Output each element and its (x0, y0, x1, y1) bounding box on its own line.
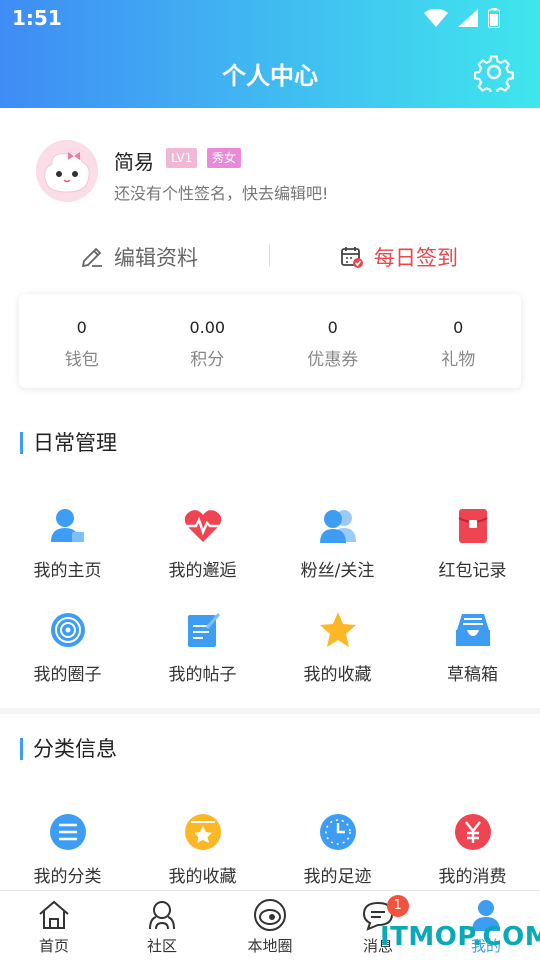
tab-local-circle[interactable]: 本地圈 (216, 891, 324, 960)
action-divider (269, 244, 270, 266)
tab-home[interactable]: 首页 (0, 891, 108, 960)
grid-label: 我的主页 (33, 561, 102, 581)
stat-wallet[interactable]: 0 钱包 (19, 294, 145, 388)
stat-label: 积分 (190, 350, 225, 370)
battery-icon (488, 8, 500, 28)
stat-gifts[interactable]: 0 礼物 (396, 294, 522, 388)
clock-icon (319, 814, 356, 850)
stat-coupons[interactable]: 0 优惠券 (270, 294, 396, 388)
status-bar: 1:51 (0, 0, 540, 36)
daily-grid: 我的主页 我的邂逅 粉丝/关注 红包记录 我的圈子 我的帖子 我的收藏 草稿箱 (0, 506, 540, 714)
grid-item-my-homepage[interactable]: 我的主页 (0, 506, 135, 610)
stat-value: 0 (76, 318, 87, 337)
list-icon (49, 814, 86, 850)
status-time: 1:51 (12, 6, 62, 30)
app-header: 1:51 个人中心 (0, 0, 540, 108)
grid-item-encounters[interactable]: 我的邂逅 (135, 506, 270, 610)
local-circle-icon (254, 899, 286, 931)
daily-section-title: 日常管理 (20, 432, 117, 454)
stats-card: 0 钱包 0.00 积分 0 优惠券 0 礼物 (19, 294, 521, 388)
stat-value: 0 (327, 318, 338, 337)
grid-label: 我的帖子 (168, 665, 237, 685)
stat-value: 0.00 (189, 318, 226, 337)
daily-signin-label: 每日签到 (374, 246, 458, 270)
pencil-icon (81, 247, 102, 268)
grid-item-my-favorites[interactable]: 我的收藏 (270, 610, 405, 714)
tab-label: 首页 (38, 937, 69, 955)
user-home-icon (50, 509, 84, 542)
grid-label: 我的圈子 (33, 665, 102, 685)
home-icon (39, 900, 69, 929)
avatar-image (36, 140, 98, 202)
grid-label: 我的邂逅 (168, 561, 237, 581)
post-edit-icon (187, 613, 220, 647)
stat-value: 0 (453, 318, 464, 337)
daily-signin-button[interactable]: 每日签到 (340, 242, 458, 272)
grid-label: 粉丝/关注 (300, 561, 375, 581)
page-title: 个人中心 (222, 62, 318, 90)
grid-item-my-posts[interactable]: 我的帖子 (135, 610, 270, 714)
yuan-icon (454, 814, 491, 850)
edit-profile-button[interactable]: 编辑资料 (80, 242, 198, 272)
tab-community[interactable]: 社区 (108, 891, 216, 960)
grid-item-red-envelopes[interactable]: 红包记录 (405, 506, 540, 610)
calendar-icon (341, 247, 363, 268)
wifi-icon (424, 9, 448, 27)
stat-label: 优惠券 (307, 350, 359, 370)
grid-label: 红包记录 (438, 561, 507, 581)
profile-panel: 简易 LV1 秀女 还没有个性签名，快去编辑吧! 编辑资料 每日签到 0 钱包 … (0, 108, 540, 708)
tab-label: 本地圈 (247, 937, 293, 955)
site-watermark: ITMOP.COM (380, 922, 540, 952)
star-icon (319, 612, 356, 647)
stat-label: 钱包 (64, 350, 99, 370)
grid-label: 我的收藏 (303, 665, 372, 685)
community-icon (149, 901, 175, 930)
category-panel: 分类信息 我的分类 我的收藏 我的足迹 我的消费 (0, 714, 540, 890)
heart-pulse-icon (184, 510, 221, 542)
grid-label: 我的足迹 (303, 867, 372, 887)
signal-icon (458, 9, 478, 27)
drafts-tray-icon (455, 614, 490, 646)
grid-item-fans-follow[interactable]: 粉丝/关注 (270, 506, 405, 610)
star-badge-icon (184, 814, 221, 850)
grid-label: 我的分类 (33, 867, 102, 887)
grid-label: 我的收藏 (168, 867, 237, 887)
signature: 还没有个性签名，快去编辑吧! (114, 184, 329, 203)
edit-profile-label: 编辑资料 (114, 246, 198, 270)
grid-item-my-circles[interactable]: 我的圈子 (0, 610, 135, 714)
circle-target-icon (50, 613, 85, 647)
username: 简易 (114, 150, 154, 174)
fans-icon (319, 510, 356, 543)
category-section-title: 分类信息 (20, 738, 117, 760)
unread-badge: 1 (386, 895, 409, 917)
avatar[interactable] (36, 140, 98, 202)
grid-label: 我的消费 (438, 867, 507, 887)
level-badge: LV1 (166, 148, 198, 168)
stat-label: 礼物 (441, 350, 476, 370)
stat-points[interactable]: 0.00 积分 (145, 294, 271, 388)
title-badge: 秀女 (207, 148, 242, 168)
gear-icon[interactable] (474, 52, 514, 92)
grid-label: 草稿箱 (447, 665, 498, 685)
tab-label: 社区 (146, 937, 177, 955)
red-envelope-icon (458, 509, 487, 543)
grid-item-drafts[interactable]: 草稿箱 (405, 610, 540, 714)
